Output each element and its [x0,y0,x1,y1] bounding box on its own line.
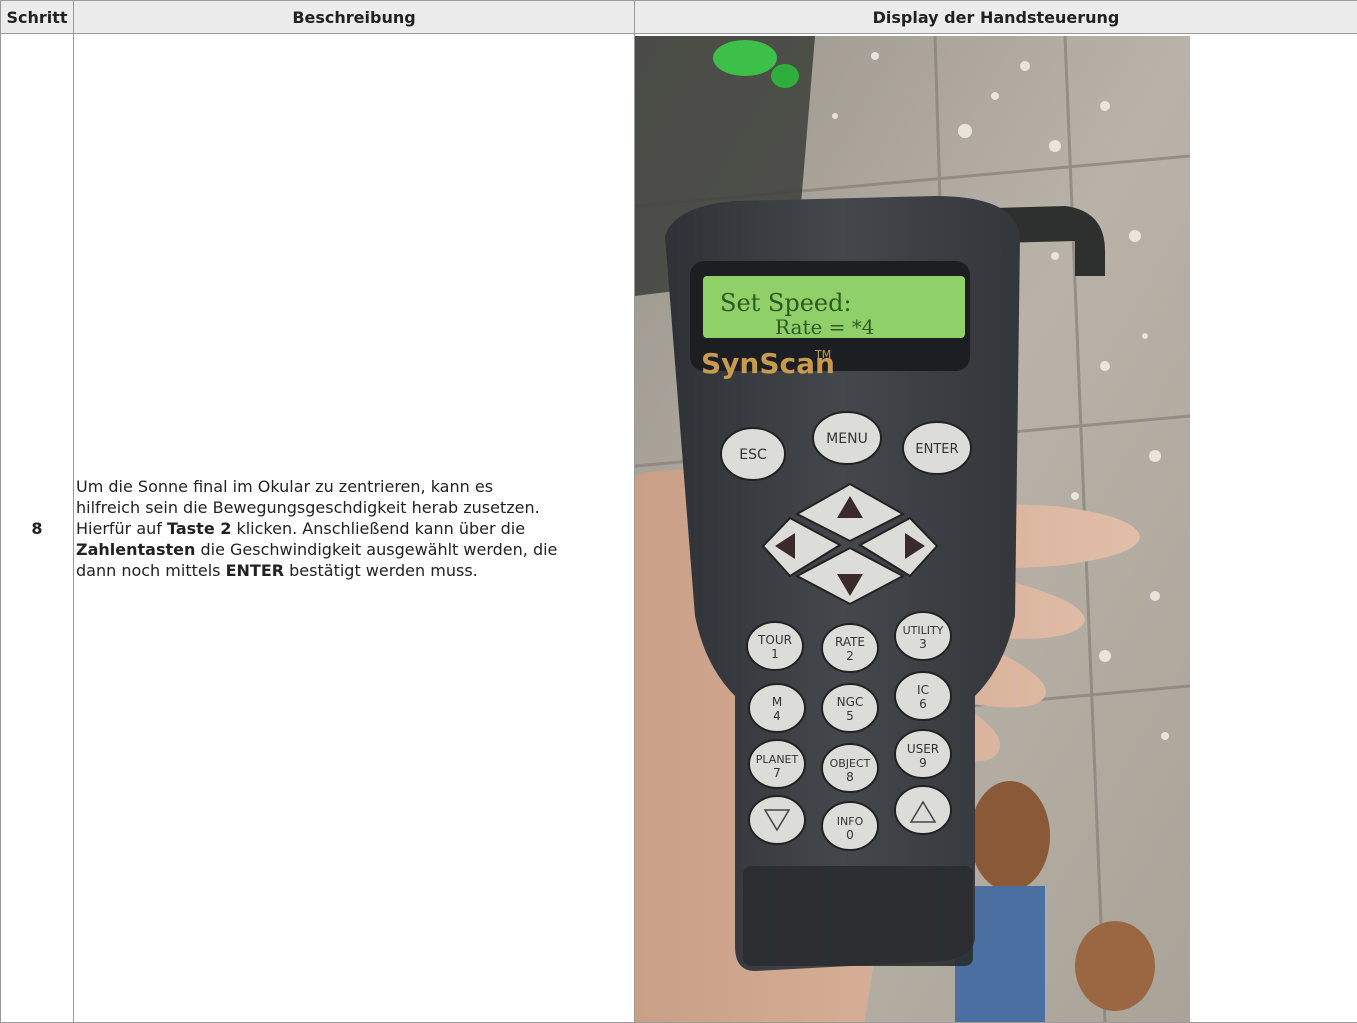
svg-text:5: 5 [846,709,854,723]
green-knob [713,40,777,76]
scroll-down-key [748,795,806,845]
svg-text:ENTER: ENTER [915,442,958,457]
menu-key: MENU [812,411,882,465]
svg-text:8: 8 [846,770,854,784]
key-3: UTILITY 3 [894,611,952,661]
step-number: 8 [0,33,74,1023]
svg-text:NGC: NGC [837,695,864,709]
key-reference: Taste 2 [167,518,232,538]
step-description: Um die Sonne final im Okular zu zentrier… [73,33,635,1023]
svg-text:0: 0 [846,828,854,842]
svg-text:TOUR: TOUR [757,633,792,647]
lcd-line-2: Rate = *4 [775,315,875,339]
key-2: RATE 2 [821,623,879,673]
description-line: dann noch mittels ENTER bestätigt werden… [76,560,478,580]
svg-text:MENU: MENU [826,431,868,447]
key-9: USER 9 [894,729,952,779]
header-step: Schritt [0,0,74,34]
svg-text:6: 6 [919,697,927,711]
svg-text:4: 4 [773,709,781,723]
svg-text:3: 3 [919,637,927,651]
hand-controller-photo: Set Speed: Rate = *4 SynScan TM ESC MENU [635,36,1190,1022]
description-line: hilfreich sein die Bewegungsgeschdigkeit… [76,497,540,517]
key-7: PLANET 7 [748,739,806,789]
key-8: OBJECT 8 [821,743,879,793]
key-0: INFO 0 [821,801,879,851]
display-photo-cell: Set Speed: Rate = *4 SynScan TM ESC MENU [634,33,1357,1023]
svg-text:9: 9 [919,756,927,770]
table-row: 8 Um die Sonne final im Okular zu zentri… [0,33,1357,1023]
svg-text:TM: TM [814,348,831,361]
svg-text:RATE: RATE [835,635,865,649]
svg-text:IC: IC [917,683,929,697]
svg-text:USER: USER [907,742,939,756]
description-line: Um die Sonne final im Okular zu zentrier… [76,476,494,496]
lcd-line-1: Set Speed: [720,289,852,317]
enter-key: ENTER [902,421,972,475]
svg-text:INFO: INFO [837,815,864,828]
key-5: NGC 5 [821,683,879,733]
steps-table: Schritt Beschreibung Display der Handste… [0,0,1357,1023]
svg-text:UTILITY: UTILITY [903,624,944,637]
header-display: Display der Handsteuerung [634,0,1357,34]
key-reference: ENTER [225,560,285,580]
svg-text:PLANET: PLANET [756,753,799,766]
key-4: M 4 [748,683,806,733]
svg-text:ESC: ESC [739,447,767,463]
svg-text:7: 7 [773,766,781,780]
description-line: Zahlentasten die Geschwindigkeit ausgewä… [76,539,558,559]
svg-text:OBJECT: OBJECT [830,757,871,770]
svg-text:2: 2 [846,649,854,663]
svg-text:M: M [772,695,782,709]
key-reference: Zahlentasten [76,539,196,559]
svg-text:1: 1 [771,647,779,661]
header-description: Beschreibung [73,0,635,34]
scroll-up-key [894,785,952,835]
description-line: Hierfür auf Taste 2 klicken. Anschließen… [76,518,526,538]
key-6: IC 6 [894,671,952,721]
header-row: Schritt Beschreibung Display der Handste… [0,0,1357,34]
esc-key: ESC [720,427,786,481]
key-1: TOUR 1 [746,621,804,671]
